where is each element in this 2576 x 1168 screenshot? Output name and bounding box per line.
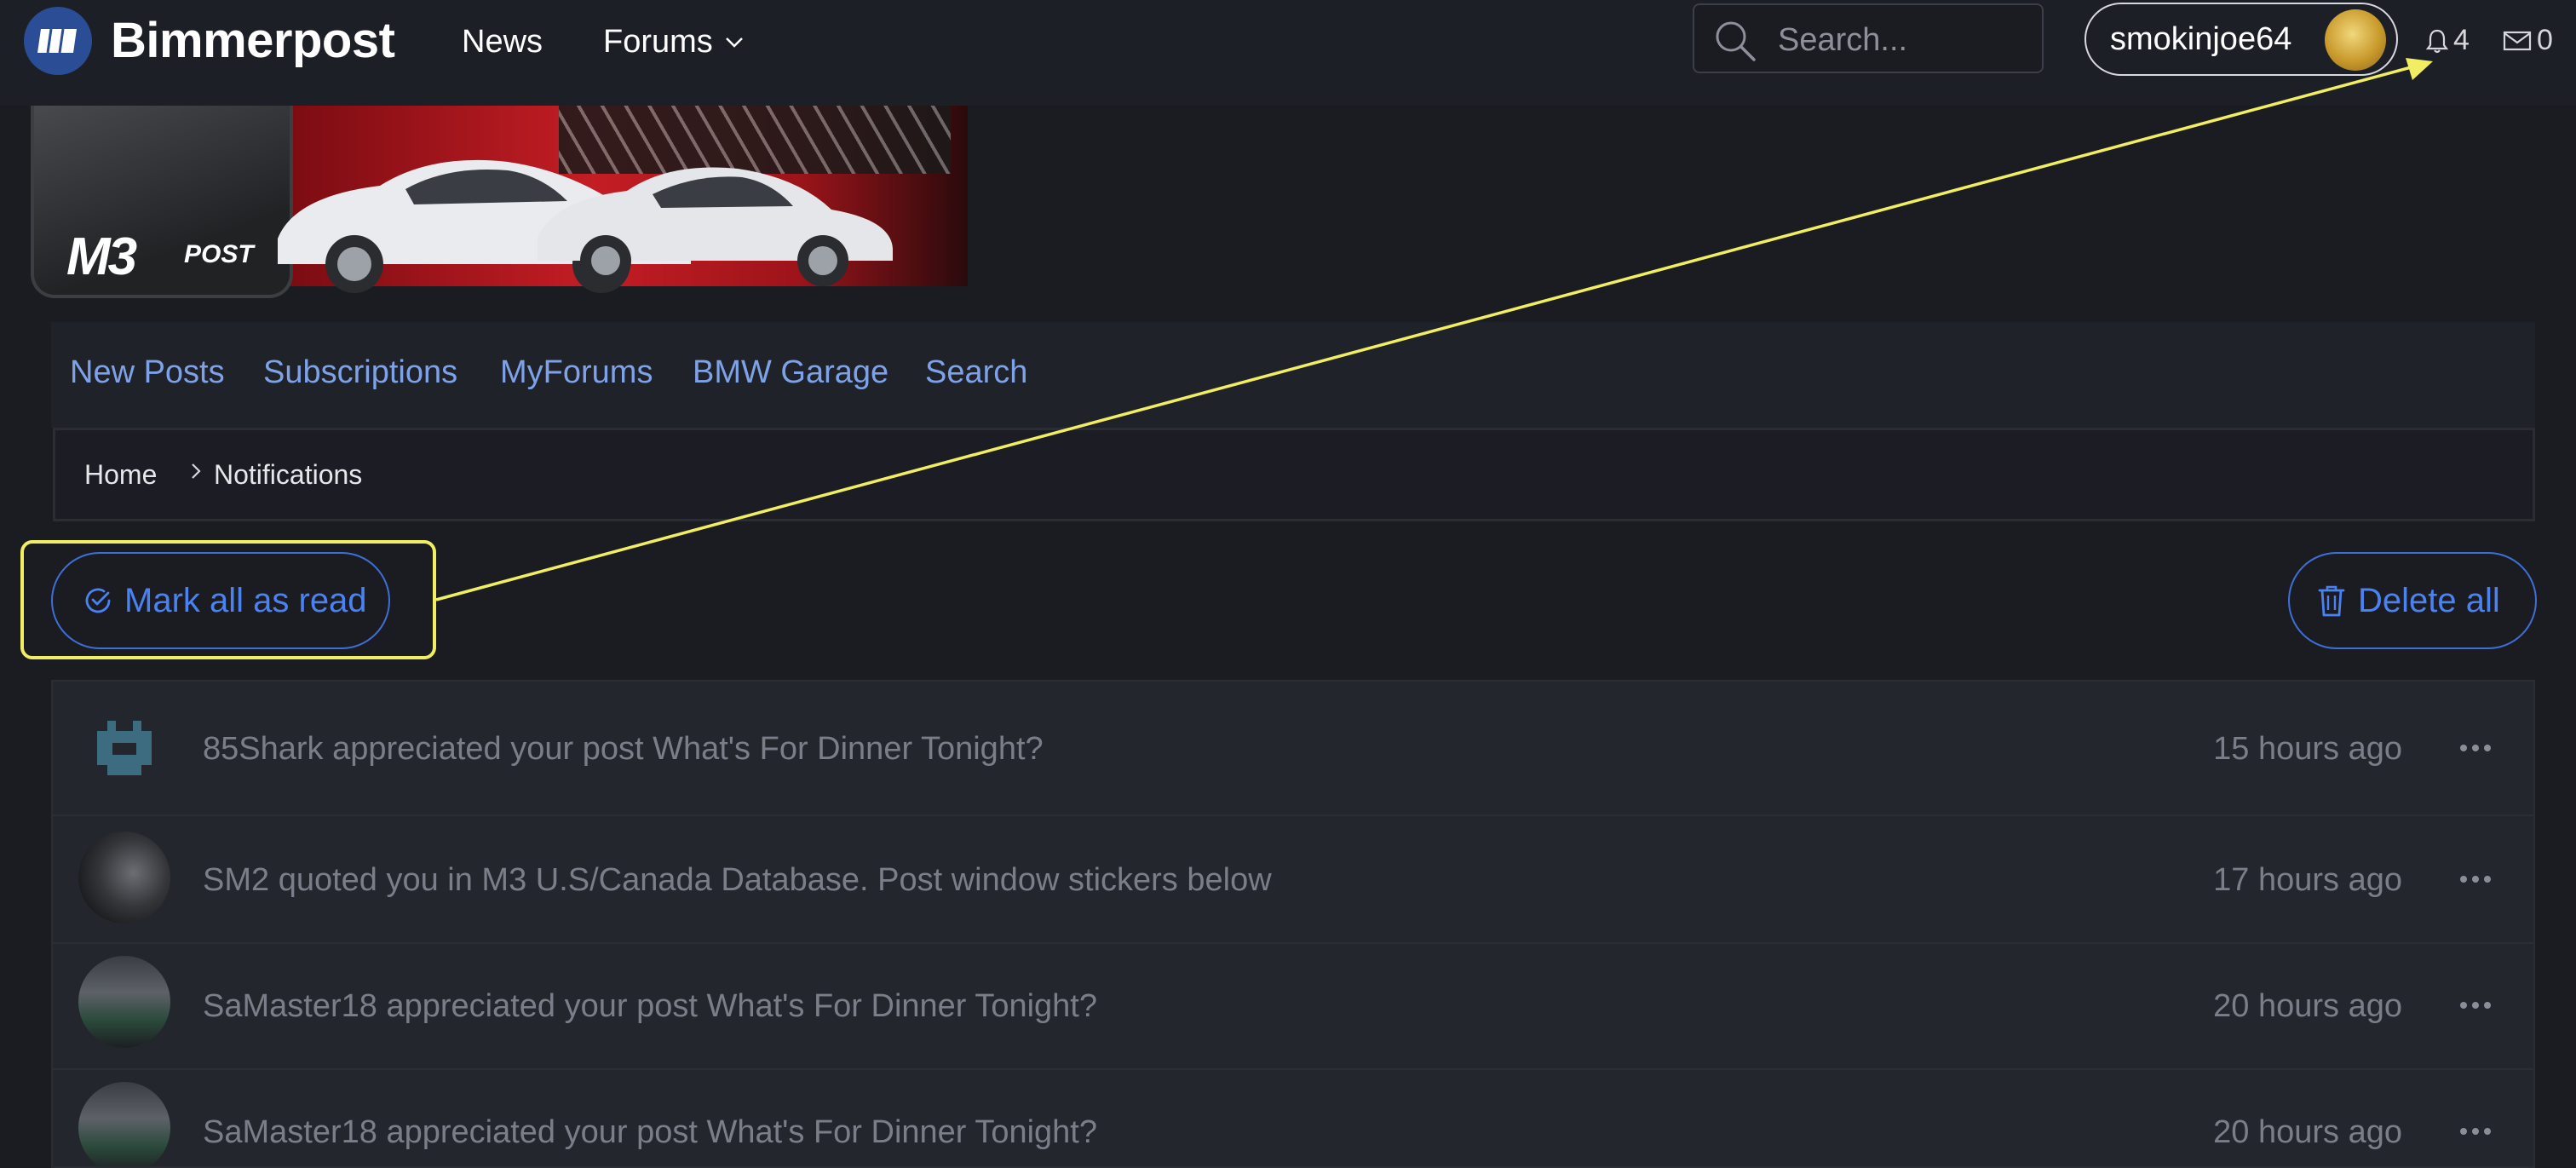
notification-list: 85Shark appreciated your post What's For… [51, 680, 2535, 1168]
forum-banner[interactable]: M3 POST [31, 106, 968, 300]
more-options-icon[interactable] [2460, 876, 2491, 883]
top-bar: Bimmerpost News Forums smokinjoe64 4 0 [0, 0, 2576, 106]
notification-text[interactable]: SaMaster18 appreciated your post What's … [203, 1114, 1097, 1151]
delete-all-label: Delete all [2358, 581, 2500, 619]
notification-row[interactable]: SaMaster18 appreciated your post What's … [53, 942, 2533, 1070]
more-options-icon[interactable] [2460, 1128, 2491, 1135]
car-avatar [78, 1082, 170, 1166]
subnav-subscriptions[interactable]: Subscriptions [263, 354, 457, 391]
messages-count: 0 [2537, 24, 2553, 56]
notification-text[interactable]: SaMaster18 appreciated your post What's … [203, 988, 1097, 1025]
more-options-icon[interactable] [2460, 745, 2491, 751]
bimmerpost-logo-icon[interactable] [24, 7, 92, 75]
notification-time: 20 hours ago [2213, 988, 2402, 1024]
breadcrumb-home[interactable]: Home [84, 459, 157, 491]
sub-navigation: New Posts Subscriptions MyForums BMW Gar… [51, 322, 2535, 428]
delete-all-button[interactable]: Delete all [2288, 552, 2537, 649]
nav-news-label: News [462, 24, 543, 60]
alerts-count: 4 [2453, 24, 2470, 56]
check-circle-icon [85, 588, 111, 613]
brand-name[interactable]: Bimmerpost [111, 12, 395, 69]
pixel-avatar [78, 702, 170, 794]
mark-all-read-label: Mark all as read [124, 581, 367, 619]
subnav-new-posts[interactable]: New Posts [70, 354, 225, 391]
chevron-down-icon [725, 37, 743, 48]
search-box[interactable] [1693, 3, 2044, 73]
envelope-icon [2503, 31, 2532, 50]
search-input[interactable] [1776, 19, 2027, 61]
user-avatar [2325, 9, 2386, 71]
notification-text[interactable]: 85Shark appreciated your post What's For… [203, 731, 1044, 768]
breadcrumb-current: Notifications [214, 459, 363, 490]
more-options-icon[interactable] [2460, 1002, 2491, 1009]
mark-all-read-button[interactable]: Mark all as read [51, 552, 390, 649]
notification-time: 17 hours ago [2213, 862, 2402, 898]
notification-row[interactable]: SaMaster18 appreciated your post What's … [53, 1068, 2533, 1166]
nav-forums[interactable]: Forums [603, 24, 744, 60]
notification-row[interactable]: SM2 quoted you in M3 U.S/Canada Database… [53, 814, 2533, 944]
banner-logo-text: M3 [66, 227, 137, 286]
helmet-avatar [78, 831, 170, 923]
notification-row[interactable]: 85Shark appreciated your post What's For… [53, 682, 2533, 816]
nav-forums-label: Forums [603, 24, 713, 60]
subnav-bmw-garage[interactable]: BMW Garage [693, 354, 888, 391]
search-icon [1716, 21, 1756, 61]
subnav-myforums[interactable]: MyForums [500, 354, 653, 391]
username: smokinjoe64 [2110, 21, 2292, 57]
chevron-right-icon [192, 463, 201, 479]
car-avatar [78, 956, 170, 1048]
car-image-right [538, 167, 893, 286]
notification-time: 15 hours ago [2213, 731, 2402, 767]
user-menu-button[interactable]: smokinjoe64 [2084, 3, 2398, 76]
nav-news[interactable]: News [462, 24, 543, 60]
alerts-button[interactable]: 4 [2426, 24, 2470, 57]
subnav-search[interactable]: Search [925, 354, 1027, 391]
notification-text[interactable]: SM2 quoted you in M3 U.S/Canada Database… [203, 862, 1272, 899]
breadcrumb: Home Notifications [53, 428, 2535, 521]
banner-logo-suffix: POST [184, 240, 254, 268]
messages-button[interactable]: 0 [2503, 24, 2553, 57]
trash-icon [2318, 585, 2345, 617]
notification-time: 20 hours ago [2213, 1114, 2402, 1150]
bell-icon [2426, 29, 2448, 53]
